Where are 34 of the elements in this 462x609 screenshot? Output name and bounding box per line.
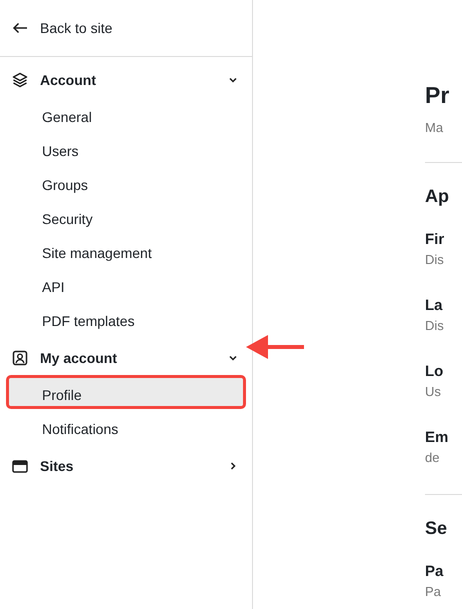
field-label: Pa: [425, 562, 444, 582]
field-description: Pa: [425, 582, 442, 600]
section-heading: Ap: [425, 184, 450, 208]
back-link[interactable]: Back to site: [12, 18, 112, 38]
sidebar-item[interactable]: API: [6, 267, 246, 301]
section-heading: Se: [425, 516, 448, 540]
sidebar-item[interactable]: PDF templates: [6, 301, 246, 335]
field-description: de: [425, 448, 440, 466]
person-icon: [12, 350, 28, 366]
sidebar-item[interactable]: Users: [6, 131, 246, 165]
sidebar-group-toggle[interactable]: Account: [40, 70, 216, 90]
page-title: Pr: [425, 81, 450, 110]
sidebar-item[interactable]: Profile: [6, 375, 246, 409]
sidebar-group-toggle[interactable]: Sites: [40, 456, 216, 476]
chevron-right-icon[interactable]: [228, 461, 238, 471]
sidebar-item[interactable]: Groups: [6, 165, 246, 199]
back-arrow-icon: [12, 22, 28, 34]
page-subtitle: Ma: [425, 119, 444, 137]
field-label: La: [425, 296, 444, 316]
sidebar-item[interactable]: Notifications: [6, 409, 246, 443]
sidebar-group-toggle[interactable]: My account: [40, 348, 216, 368]
field-description: Us: [425, 382, 442, 400]
chevron-down-icon[interactable]: [228, 353, 238, 363]
field-label: Lo: [425, 362, 444, 382]
field-description: Dis: [425, 316, 445, 334]
sidebar-item[interactable]: Security: [6, 199, 246, 233]
layers-icon: [12, 72, 28, 88]
sidebar-item[interactable]: Site management: [6, 233, 246, 267]
field-description: Dis: [425, 250, 445, 268]
field-label: Fir: [425, 230, 446, 250]
browser-window-icon: [12, 458, 28, 474]
field-label: Em: [425, 428, 450, 448]
chevron-down-icon[interactable]: [228, 75, 238, 85]
sidebar-item[interactable]: General: [6, 97, 246, 131]
